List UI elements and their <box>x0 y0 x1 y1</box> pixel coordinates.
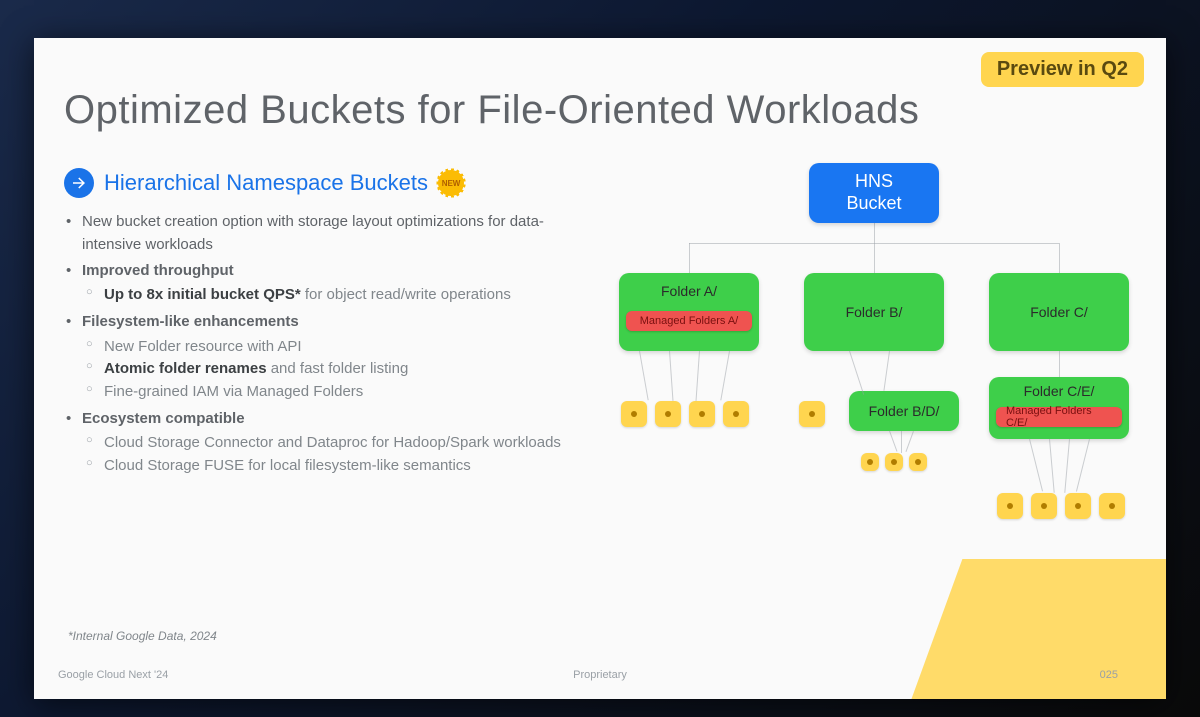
list-item: Improved throughput Up to 8x initial buc… <box>64 259 564 307</box>
object-icon <box>655 401 681 427</box>
text: and fast folder listing <box>267 360 409 377</box>
arrow-right-icon <box>64 168 94 198</box>
root-label-1: HNS <box>855 171 893 193</box>
diagram-folder-bd: Folder B/D/ <box>849 391 959 431</box>
object-icon <box>909 453 927 471</box>
root-label-2: Bucket <box>846 193 901 215</box>
object-icon <box>997 493 1023 519</box>
object-icon <box>1065 493 1091 519</box>
bullet-heading: Filesystem-like enhancements <box>82 313 299 330</box>
footer-event: Google Cloud Next '24 <box>58 669 168 681</box>
content-column: Hierarchical Namespace Buckets NEW New b… <box>64 168 564 481</box>
object-icon <box>799 401 825 427</box>
folder-label: Folder C/E/ <box>1024 383 1095 399</box>
folder-label: Folder B/D/ <box>869 403 940 419</box>
text: for object read/write operations <box>301 286 511 303</box>
folder-label: Folder A/ <box>661 283 717 299</box>
emphasis: Atomic folder renames <box>104 360 267 377</box>
object-icon <box>1031 493 1057 519</box>
list-item: Atomic folder renames and fast folder li… <box>82 358 564 381</box>
object-icon <box>689 401 715 427</box>
section-header: Hierarchical Namespace Buckets NEW <box>64 168 564 198</box>
list-item: Up to 8x initial bucket QPS* for object … <box>82 284 564 307</box>
managed-folder-tag: Managed Folders C/E/ <box>996 407 1122 427</box>
diagram-root: HNS Bucket <box>809 163 939 223</box>
list-item: Fine-grained IAM via Managed Folders <box>82 381 564 404</box>
emphasis: Up to 8x initial bucket QPS* <box>104 286 301 303</box>
footer-classification: Proprietary <box>573 669 627 681</box>
diagram-folder-c: Folder C/ <box>989 273 1129 351</box>
footer-page-number: 025 <box>1100 669 1118 681</box>
footnote: *Internal Google Data, 2024 <box>68 629 217 643</box>
hierarchy-diagram: HNS Bucket Folder A/ Managed Folders A/ … <box>589 163 1159 583</box>
folder-label: Folder C/ <box>1030 304 1088 320</box>
list-item: Cloud Storage Connector and Dataproc for… <box>82 432 564 455</box>
slide-title: Optimized Buckets for File-Oriented Work… <box>64 88 919 133</box>
object-icon <box>885 453 903 471</box>
list-item: Filesystem-like enhancements New Folder … <box>64 310 564 403</box>
diagram-folder-b: Folder B/ <box>804 273 944 351</box>
list-item: Ecosystem compatible Cloud Storage Conne… <box>64 407 564 477</box>
bullet-heading: Improved throughput <box>82 262 234 279</box>
list-item: New Folder resource with API <box>82 336 564 359</box>
folder-label: Folder B/ <box>846 304 903 320</box>
new-badge-icon: NEW <box>438 170 464 196</box>
list-item: New bucket creation option with storage … <box>64 210 564 257</box>
bullet-heading: Ecosystem compatible <box>82 410 245 427</box>
slide: Preview in Q2 Optimized Buckets for File… <box>34 38 1166 699</box>
object-icon <box>861 453 879 471</box>
diagram-folder-ce: Folder C/E/ Managed Folders C/E/ <box>989 377 1129 439</box>
bullet-list: New bucket creation option with storage … <box>64 210 564 477</box>
preview-badge: Preview in Q2 <box>981 52 1144 87</box>
object-icon <box>723 401 749 427</box>
diagram-folder-a: Folder A/ Managed Folders A/ <box>619 273 759 351</box>
list-item: Cloud Storage FUSE for local filesystem-… <box>82 455 564 478</box>
section-title: Hierarchical Namespace Buckets <box>104 170 428 196</box>
object-icon <box>1099 493 1125 519</box>
object-icon <box>621 401 647 427</box>
managed-folder-tag: Managed Folders A/ <box>626 311 752 331</box>
